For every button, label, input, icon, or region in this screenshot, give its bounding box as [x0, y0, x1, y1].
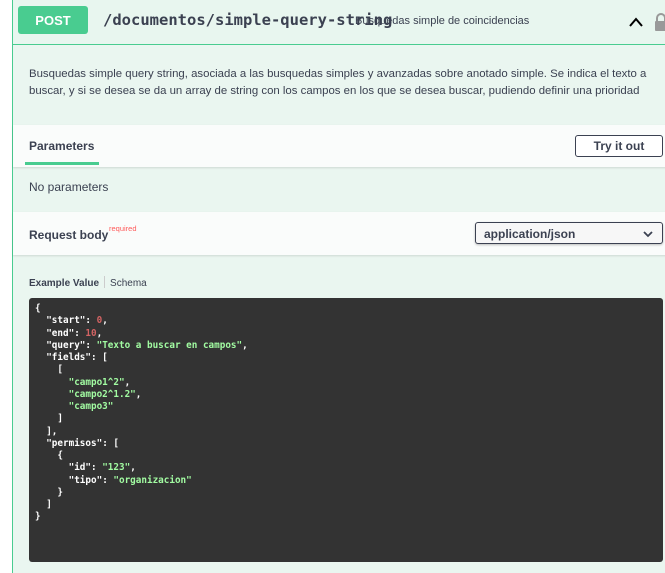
code-key: "end" — [46, 327, 75, 339]
code-value: "campo2^1.2" — [68, 388, 136, 400]
request-body-title: Request body — [29, 228, 109, 242]
code-line: { — [35, 303, 663, 315]
code-line: "query": "Texto a buscar en campos", — [35, 340, 663, 352]
code-key: "permisos" — [46, 437, 103, 449]
tab-example-value[interactable]: Example Value — [29, 278, 99, 289]
code-line: "campo2^1.2", — [35, 389, 663, 401]
operation-description: Busquedas simple query string, asociada … — [29, 68, 647, 97]
operation-path: /documentos/simple-query-string — [103, 11, 393, 29]
tab-active-indicator — [25, 162, 99, 165]
operation-block: POST /documentos/simple-query-string Bus… — [12, 0, 665, 573]
code-punct: : — [85, 315, 97, 327]
code-text: } — [35, 511, 41, 523]
code-punct: , — [242, 339, 248, 351]
code-line: "tipo": "organizacion" — [35, 475, 663, 487]
code-line: "fields": [ — [35, 352, 663, 364]
content-type-value: application/json — [484, 227, 576, 241]
code-text: ], — [35, 425, 58, 437]
code-text: ] — [35, 499, 52, 510]
example-tabs: Example Value Schema — [29, 276, 147, 289]
lock-icon[interactable] — [654, 12, 665, 32]
no-parameters-text: No parameters — [29, 180, 109, 194]
method-badge: POST — [18, 6, 88, 34]
code-punct: : [ — [102, 437, 119, 449]
code-punct: , — [130, 462, 136, 474]
try-it-out-button[interactable]: Try it out — [575, 135, 663, 157]
content-type-select[interactable]: application/json — [475, 222, 663, 244]
code-value: "campo1^2" — [68, 376, 125, 388]
code-text: } — [35, 486, 63, 498]
code-line: "campo1^2", — [35, 377, 663, 389]
tab-divider — [104, 276, 106, 288]
code-text: ] — [35, 413, 63, 425]
parameters-header: Parameters Try it out — [13, 125, 665, 167]
code-value: 10 — [85, 327, 97, 339]
tab-parameters[interactable]: Parameters — [29, 139, 94, 153]
code-value: "Texto a buscar en campos" — [96, 339, 243, 351]
code-punct: : — [85, 339, 97, 351]
code-key: "query" — [46, 339, 86, 351]
code-punct: , — [102, 315, 108, 327]
code-punct: : — [74, 327, 86, 339]
code-punct: , — [135, 388, 142, 400]
code-line: "end": 10, — [35, 328, 663, 340]
code-text: [ — [35, 364, 63, 376]
tab-schema[interactable]: Schema — [110, 278, 147, 289]
operation-summary-text: Busquedas simple de coincidencias — [355, 15, 530, 27]
example-code-block[interactable]: { "start": 0, "end": 10, "query": "Texto… — [29, 298, 663, 562]
code-text: { — [35, 303, 41, 314]
code-text: { — [35, 450, 63, 461]
code-punct: : [ — [90, 352, 108, 363]
chevron-up-icon[interactable] — [625, 12, 647, 32]
code-punct: , — [96, 327, 103, 339]
code-line: ], — [35, 426, 663, 438]
code-line: ] — [35, 413, 663, 425]
required-marker: required — [109, 224, 137, 233]
code-line: } — [35, 511, 663, 523]
code-key: "id" — [68, 462, 91, 474]
code-value: "organizacion" — [113, 474, 192, 486]
code-value: "123" — [102, 462, 131, 474]
code-value: "campo3" — [68, 401, 114, 412]
code-line: [ — [35, 364, 663, 376]
code-punct: : — [90, 462, 103, 474]
request-body-header: Request body required application/json — [13, 212, 665, 255]
code-key: "tipo" — [68, 474, 103, 486]
chevron-down-icon — [643, 231, 653, 238]
code-line: "start": 0, — [35, 315, 663, 327]
code-line: ] — [35, 499, 663, 511]
code-line: "campo3" — [35, 401, 663, 413]
code-key: "start" — [46, 315, 86, 327]
code-line: "permisos": [ — [35, 438, 663, 450]
code-key: "fields" — [46, 352, 91, 363]
operation-summary[interactable]: POST /documentos/simple-query-string Bus… — [13, 0, 665, 45]
code-punct: , — [124, 376, 131, 388]
code-line: "id": "123", — [35, 462, 663, 474]
code-line: } — [35, 487, 663, 499]
code-line: { — [35, 450, 663, 462]
code-punct: : — [102, 474, 114, 486]
